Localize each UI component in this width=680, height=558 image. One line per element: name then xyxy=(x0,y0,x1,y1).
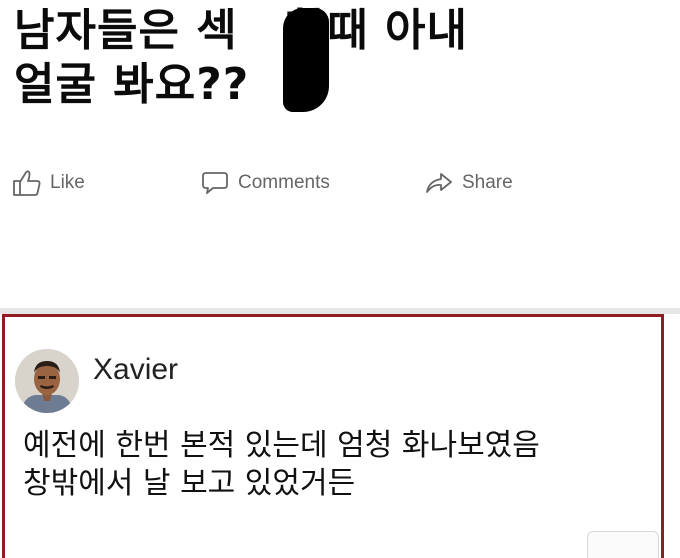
comment-card: Xavier 예전에 한번 본적 있는데 엄청 화나보였음 창밖에서 날 보고 … xyxy=(2,314,664,558)
share-arrow-icon xyxy=(426,173,452,193)
share-button[interactable]: Share xyxy=(424,166,513,200)
comment-text: 예전에 한번 본적 있는데 엄청 화나보였음 창밖에서 날 보고 있었거든 xyxy=(23,427,653,503)
thumbs-up-icon xyxy=(13,170,41,196)
comments-label: Comments xyxy=(238,172,330,193)
avatar[interactable] xyxy=(15,349,79,413)
censor-mark xyxy=(283,8,329,112)
like-label: Like xyxy=(50,172,85,193)
comments-button[interactable]: Comments xyxy=(200,166,330,200)
reply-tab[interactable] xyxy=(587,531,659,558)
comment-text-line-1: 예전에 한번 본적 있는데 엄청 화나보였음 xyxy=(23,428,540,463)
post-actions-bar: Like Comments Share xyxy=(0,160,680,206)
profile-photo-icon xyxy=(15,349,79,413)
comment-author[interactable]: Xavier xyxy=(93,353,178,387)
speech-bubble-icon xyxy=(202,172,228,194)
comment-text-line-2: 창밖에서 날 보고 있었거든 xyxy=(23,466,356,501)
like-button[interactable]: Like xyxy=(12,166,85,200)
share-label: Share xyxy=(462,172,513,193)
